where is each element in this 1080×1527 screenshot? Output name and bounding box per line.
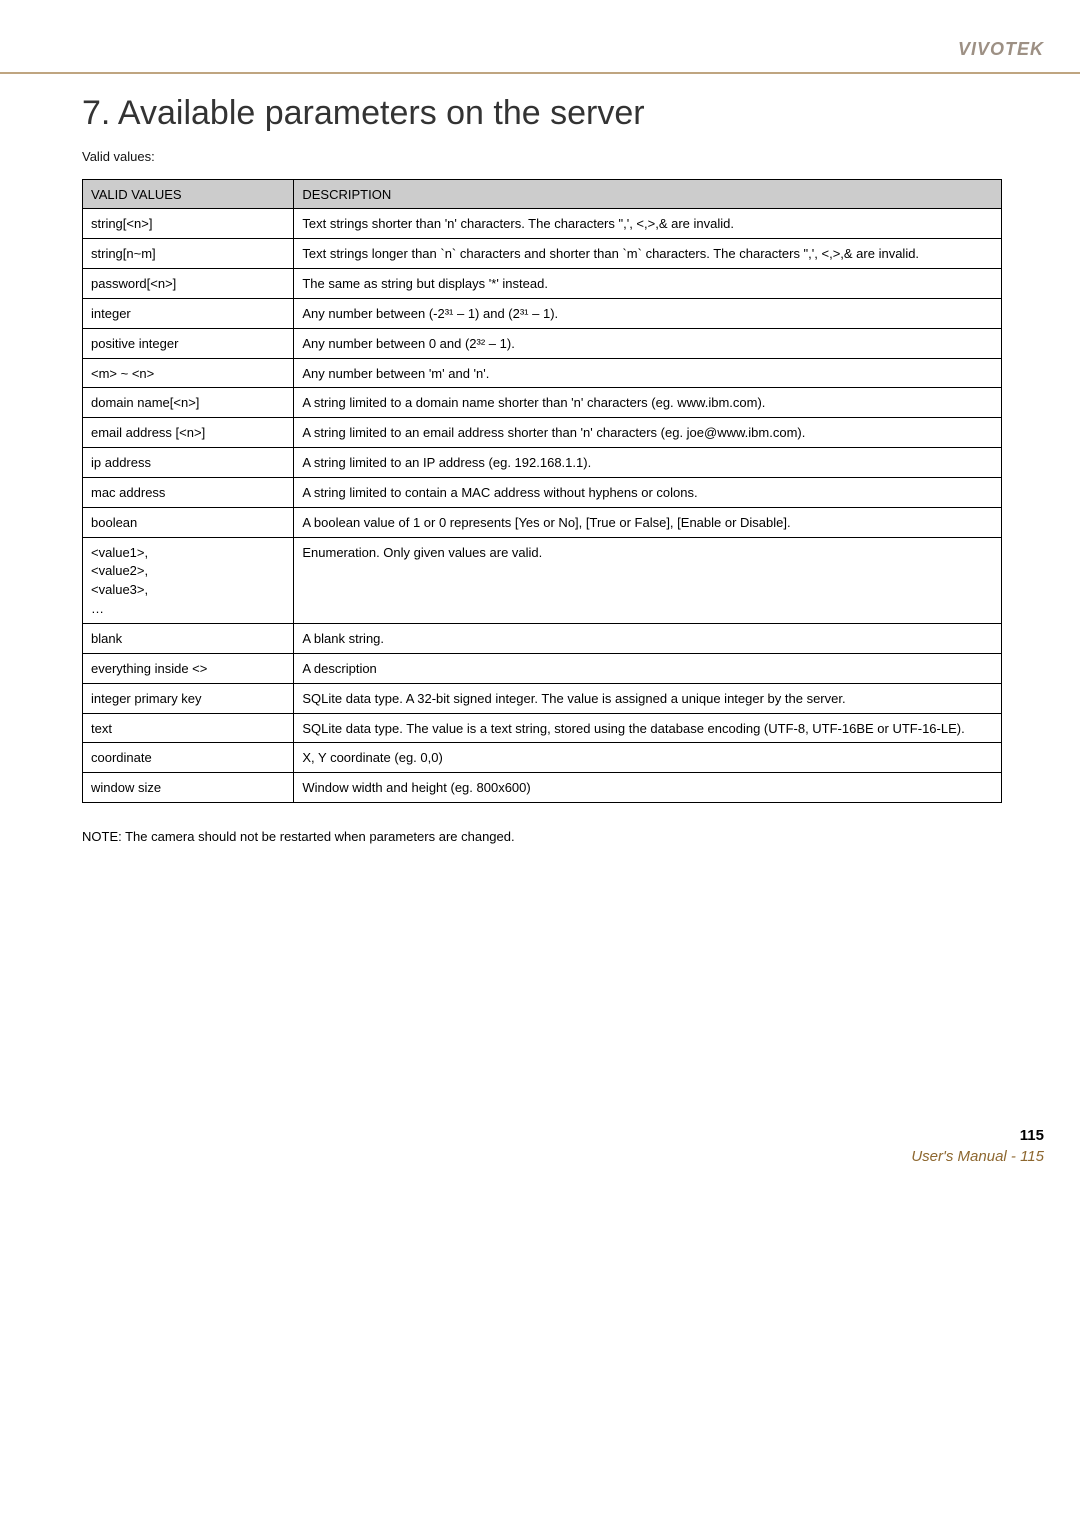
table-row: positive integerAny number between 0 and… [83, 328, 1002, 358]
table-row: <m> ~ <n>Any number between 'm' and 'n'. [83, 358, 1002, 388]
cell-description: SQLite data type. The value is a text st… [294, 713, 1002, 743]
section-title: 7. Available parameters on the server [82, 94, 1002, 133]
cell-description: SQLite data type. A 32-bit signed intege… [294, 683, 1002, 713]
cell-valid-value: text [83, 713, 294, 743]
cell-description: Enumeration. Only given values are valid… [294, 537, 1002, 623]
cell-valid-value: password[<n>] [83, 269, 294, 299]
cell-valid-value: everything inside <> [83, 653, 294, 683]
page-number: 115 [0, 1127, 1044, 1144]
cell-valid-value: positive integer [83, 328, 294, 358]
cell-description: Any number between 0 and (2³² – 1). [294, 328, 1002, 358]
cell-valid-value: email address [<n>] [83, 418, 294, 448]
table-header-valid-values: VALID VALUES [83, 179, 294, 209]
cell-valid-value: <m> ~ <n> [83, 358, 294, 388]
cell-valid-value: integer [83, 298, 294, 328]
cell-description: X, Y coordinate (eg. 0,0) [294, 743, 1002, 773]
table-row: ip addressA string limited to an IP addr… [83, 448, 1002, 478]
table-row: integerAny number between (-2³¹ – 1) and… [83, 298, 1002, 328]
table-row: window sizeWindow width and height (eg. … [83, 773, 1002, 803]
notes: NOTE: The camera should not be restarted… [82, 827, 1002, 847]
cell-valid-value: window size [83, 773, 294, 803]
cell-description: A string limited to an IP address (eg. 1… [294, 448, 1002, 478]
cell-valid-value: string[<n>] [83, 209, 294, 239]
cell-description: Window width and height (eg. 800x600) [294, 773, 1002, 803]
table-row: mac addressA string limited to contain a… [83, 477, 1002, 507]
table-header-description: DESCRIPTION [294, 179, 1002, 209]
valid-values-table: VALID VALUES DESCRIPTION string[<n>]Text… [82, 179, 1002, 804]
table-row: string[n~m]Text strings longer than `n` … [83, 239, 1002, 269]
cell-description: A string limited to a domain name shorte… [294, 388, 1002, 418]
cell-valid-value: <value1>, <value2>, <value3>, … [83, 537, 294, 623]
brand-label: VIVOTEK [958, 39, 1044, 60]
cell-description: A blank string. [294, 624, 1002, 654]
cell-valid-value: string[n~m] [83, 239, 294, 269]
cell-valid-value: ip address [83, 448, 294, 478]
footer-text: User's Manual - 115 [0, 1148, 1044, 1165]
table-row: blankA blank string. [83, 624, 1002, 654]
table-row: booleanA boolean value of 1 or 0 represe… [83, 507, 1002, 537]
table-row: string[<n>]Text strings shorter than 'n'… [83, 209, 1002, 239]
table-row: domain name[<n>]A string limited to a do… [83, 388, 1002, 418]
cell-description: A string limited to contain a MAC addres… [294, 477, 1002, 507]
table-row: email address [<n>]A string limited to a… [83, 418, 1002, 448]
cell-valid-value: mac address [83, 477, 294, 507]
cell-description: Text strings longer than `n` characters … [294, 239, 1002, 269]
table-row: coordinateX, Y coordinate (eg. 0,0) [83, 743, 1002, 773]
page-header: VIVOTEK [0, 0, 1080, 74]
content-area: 7. Available parameters on the server Va… [0, 74, 1080, 867]
intro-valid-values: Valid values: [82, 147, 1002, 167]
cell-description: A boolean value of 1 or 0 represents [Ye… [294, 507, 1002, 537]
cell-description: Any number between 'm' and 'n'. [294, 358, 1002, 388]
cell-valid-value: integer primary key [83, 683, 294, 713]
cell-description: Text strings shorter than 'n' characters… [294, 209, 1002, 239]
cell-description: Any number between (-2³¹ – 1) and (2³¹ –… [294, 298, 1002, 328]
cell-description: The same as string but displays '*' inst… [294, 269, 1002, 299]
cell-valid-value: blank [83, 624, 294, 654]
cell-valid-value: coordinate [83, 743, 294, 773]
table-row: textSQLite data type. The value is a tex… [83, 713, 1002, 743]
page-footer: 115 User's Manual - 115 [0, 1127, 1080, 1189]
intro-block: Valid values: [82, 147, 1002, 167]
table-row: everything inside <>A description [83, 653, 1002, 683]
cell-valid-value: boolean [83, 507, 294, 537]
cell-description: A description [294, 653, 1002, 683]
table-row: integer primary keySQLite data type. A 3… [83, 683, 1002, 713]
table-row: password[<n>]The same as string but disp… [83, 269, 1002, 299]
cell-valid-value: domain name[<n>] [83, 388, 294, 418]
cell-description: A string limited to an email address sho… [294, 418, 1002, 448]
table-row: <value1>, <value2>, <value3>, …Enumerati… [83, 537, 1002, 623]
